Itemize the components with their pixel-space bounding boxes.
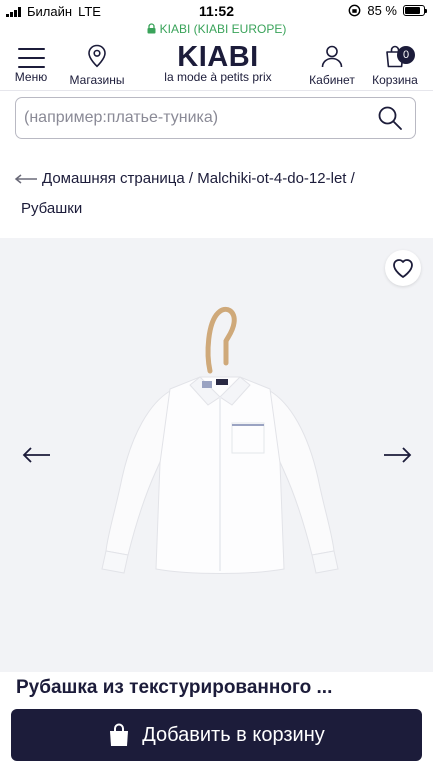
stores-label: Магазины [69, 73, 125, 87]
breadcrumb-home[interactable]: Домашняя страница [42, 170, 185, 187]
cart-button[interactable]: 0 Корзина [369, 44, 421, 87]
store-pin-icon [88, 44, 106, 68]
battery-percent: 85 % [367, 3, 397, 18]
account-label: Кабинет [309, 73, 355, 87]
product-image [101, 306, 339, 574]
menu-icon [17, 48, 45, 68]
back-arrow-icon[interactable] [14, 174, 38, 184]
battery-icon [403, 5, 427, 16]
breadcrumb-separator: / [350, 170, 355, 187]
address-bar[interactable]: KIABI (KIABI EUROPE) [0, 22, 433, 38]
cart-count-badge: 0 [397, 46, 415, 64]
breadcrumb: Домашняя страница / Malchiki-ot-4-do-12-… [14, 164, 424, 217]
kiabi-logo[interactable]: KIABI la mode à petits prix [158, 42, 278, 84]
breadcrumb-separator: / [188, 170, 194, 187]
orientation-lock-icon [348, 4, 361, 17]
arrow-left-icon[interactable] [20, 443, 54, 467]
account-button[interactable]: Кабинет [302, 44, 362, 87]
search-box [15, 97, 416, 139]
product-image-gallery[interactable] [0, 238, 433, 672]
status-bar-right: 85 % [348, 3, 427, 18]
cart-label: Корзина [372, 73, 418, 87]
menu-label: Меню [14, 70, 48, 84]
search-icon[interactable] [377, 105, 403, 131]
logo-tagline: la mode à petits prix [164, 70, 272, 84]
site-header: Меню Магазины KIABI la mode à petits pri… [0, 40, 433, 91]
logo-wordmark: KIABI [177, 41, 259, 73]
status-bar: Билайн LTE 11:52 85 % [0, 0, 433, 22]
add-to-wishlist-button[interactable] [385, 250, 421, 286]
battery-level-fill [405, 7, 421, 14]
search-input[interactable] [24, 106, 364, 130]
shopping-bag-icon [110, 723, 129, 746]
menu-button[interactable]: Меню [10, 44, 52, 84]
breadcrumb-current[interactable]: Рубашки [21, 194, 82, 224]
breadcrumb-category[interactable]: Malchiki-ot-4-do-12-let [197, 170, 346, 187]
heart-icon [393, 259, 413, 278]
account-icon [321, 45, 343, 68]
stores-button[interactable]: Магазины [66, 44, 128, 87]
url-text: KIABI (KIABI EUROPE) [159, 22, 287, 36]
add-to-cart-button[interactable]: Добавить в корзину [11, 709, 422, 761]
arrow-right-icon[interactable] [380, 443, 414, 467]
add-to-cart-label: Добавить в корзину [142, 723, 325, 746]
product-title: Рубашка из текстурированного ... [16, 677, 333, 698]
lock-icon [147, 23, 156, 34]
